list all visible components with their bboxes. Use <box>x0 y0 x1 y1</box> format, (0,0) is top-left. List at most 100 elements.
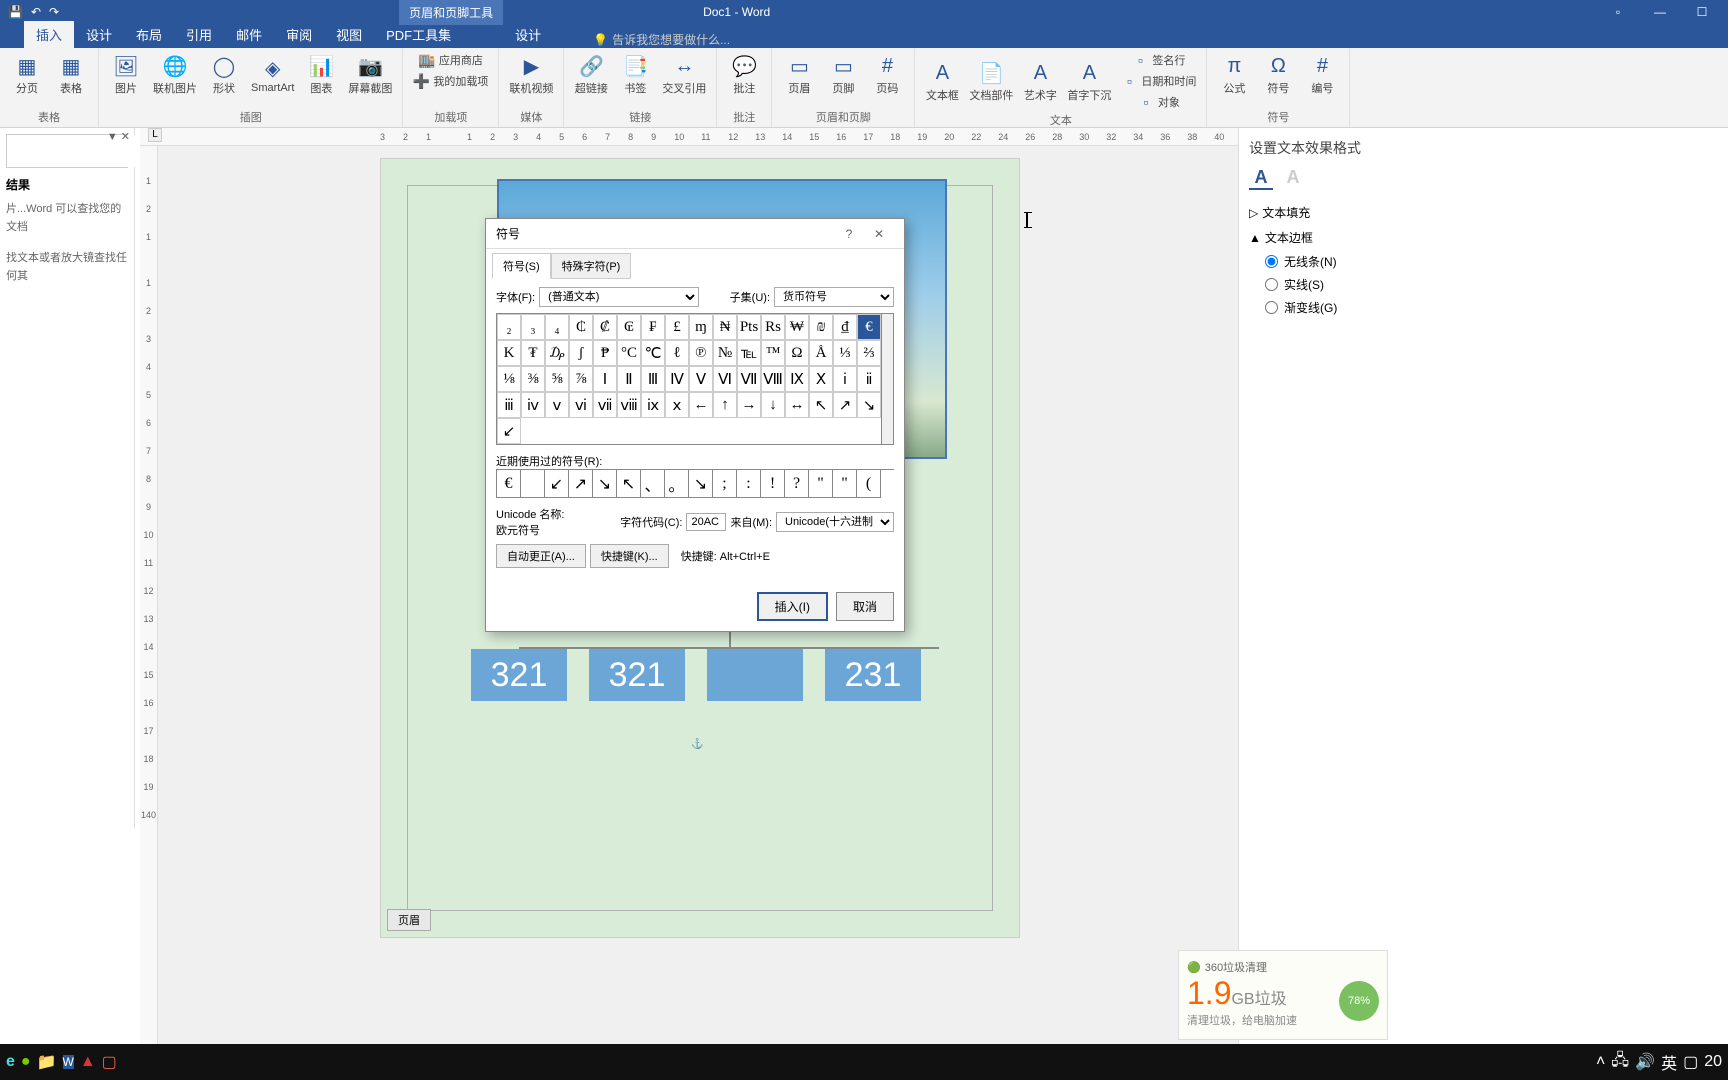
symbol-cell[interactable]: ℃ <box>641 340 665 366</box>
vertical-scrollbar[interactable] <box>1224 146 1238 1044</box>
recent-symbol-cell[interactable]: ; <box>713 470 737 498</box>
tab-layout[interactable]: 布局 <box>124 21 174 48</box>
ribbon-button[interactable]: 🏬应用商店 <box>409 50 492 70</box>
subset-select[interactable]: 货币符号 <box>774 287 894 307</box>
symbol-cell[interactable]: ₡ <box>593 314 617 340</box>
symbol-cell[interactable]: ← <box>689 392 713 418</box>
symbol-cell[interactable]: Rs <box>761 314 785 340</box>
undo-icon[interactable]: ↶ <box>31 5 41 19</box>
symbol-cell[interactable]: ɱ <box>689 314 713 340</box>
symbol-cell[interactable]: Ⅰ <box>593 366 617 392</box>
maximize-icon[interactable]: ☐ <box>1682 5 1722 19</box>
recent-symbol-cell[interactable]: ↘ <box>593 470 617 498</box>
explorer-icon[interactable]: 📁 <box>37 1052 57 1072</box>
symbol-cell[interactable]: Ⅱ <box>617 366 641 392</box>
recent-symbol-cell[interactable]: " <box>833 470 857 498</box>
tray-up-icon[interactable]: ˄ <box>1596 1053 1605 1071</box>
ribbon-button[interactable]: ◈SmartArt <box>247 50 298 98</box>
from-select[interactable]: Unicode(十六进制) <box>776 512 894 532</box>
symbol-cell[interactable]: ⅱ <box>857 366 881 392</box>
cancel-button[interactable]: 取消 <box>836 592 894 621</box>
symbol-cell[interactable]: Ω <box>785 340 809 366</box>
symbol-cell[interactable]: ™ <box>761 340 785 366</box>
wechat-icon[interactable]: ● <box>21 1053 31 1071</box>
symbol-cell[interactable]: ₪ <box>809 314 833 340</box>
section-text-outline[interactable]: ▲文本边框 <box>1249 225 1368 250</box>
ribbon-button[interactable]: 💬批注 <box>723 50 765 98</box>
symbol-cell[interactable]: ₣ <box>641 314 665 340</box>
clock[interactable]: 20 <box>1704 1053 1722 1071</box>
symbol-cell[interactable]: ʃ <box>569 340 593 366</box>
symbol-cell[interactable]: ↑ <box>713 392 737 418</box>
symbol-cell[interactable]: ↖ <box>809 392 833 418</box>
ime-indicator[interactable]: 英 <box>1661 1050 1677 1074</box>
vertical-ruler[interactable]: 12112345678910111213141516171819140 <box>140 146 158 1044</box>
symbol-cell[interactable]: Ⅳ <box>665 366 689 392</box>
ribbon-button[interactable]: ◯形状 <box>203 50 245 98</box>
recent-symbol-cell[interactable]: € <box>497 470 521 498</box>
symbol-cell[interactable]: Ⅲ <box>641 366 665 392</box>
symbol-cell[interactable]: ↓ <box>761 392 785 418</box>
text-fill-tab-icon[interactable]: A <box>1249 166 1273 190</box>
smartart-node[interactable] <box>707 649 803 701</box>
symbol-cell[interactable]: ℓ <box>665 340 689 366</box>
smartart-node[interactable]: 231 <box>825 649 921 701</box>
symbol-cell[interactable]: ₫ <box>833 314 857 340</box>
ie-icon[interactable]: e <box>6 1053 15 1071</box>
recent-symbol-cell[interactable]: ↙ <box>545 470 569 498</box>
symbol-cell[interactable]: °C <box>617 340 641 366</box>
radio-gradient-line[interactable]: 渐变线(G) <box>1249 296 1368 319</box>
smartart-node[interactable]: 321 <box>471 649 567 701</box>
tab-design[interactable]: 设计 <box>74 21 124 48</box>
tab-special-chars[interactable]: 特殊字符(P) <box>551 253 632 279</box>
grid-scrollbar[interactable] <box>882 313 894 445</box>
ribbon-button[interactable]: ➕我的加载项 <box>409 71 492 91</box>
smartart-node[interactable]: 321 <box>589 649 685 701</box>
symbol-cell[interactable]: Å <box>809 340 833 366</box>
tab-insert[interactable]: 插入 <box>24 21 74 48</box>
symbol-cell[interactable]: ₱ <box>593 340 617 366</box>
minimize-icon[interactable]: — <box>1640 5 1680 19</box>
header-tag[interactable]: 页眉 <box>387 909 431 931</box>
save-icon[interactable]: 💾 <box>8 5 23 19</box>
help-icon[interactable]: ? <box>834 227 864 241</box>
ribbon-button[interactable]: 🌐联机图片 <box>149 50 201 98</box>
symbol-cell[interactable]: ₄ <box>545 314 569 340</box>
recent-symbol-cell[interactable]: 。 <box>665 470 689 498</box>
tab-review[interactable]: 审阅 <box>274 21 324 48</box>
symbol-cell[interactable]: ⅳ <box>521 392 545 418</box>
symbol-cell[interactable]: K <box>497 340 521 366</box>
section-text-fill[interactable]: ▷文本填充 <box>1249 200 1368 225</box>
symbol-cell[interactable]: ↗ <box>833 392 857 418</box>
symbol-cell[interactable]: ⅝ <box>545 366 569 392</box>
ribbon-button[interactable]: #页码 <box>866 50 908 98</box>
tab-mailings[interactable]: 邮件 <box>224 21 274 48</box>
symbol-cell[interactable]: ₃ <box>521 314 545 340</box>
close-icon[interactable]: ▼ ✕ <box>107 130 130 143</box>
ribbon-button[interactable]: A文本框 <box>921 50 963 112</box>
symbol-cell[interactable]: ⅸ <box>641 392 665 418</box>
ribbon-button[interactable]: ▫对象 <box>1117 92 1200 112</box>
shortcut-button[interactable]: 快捷键(K)... <box>590 544 669 568</box>
app-icon[interactable]: ▲ <box>80 1053 96 1071</box>
tab-symbols[interactable]: 符号(S) <box>492 253 551 279</box>
symbol-cell[interactable]: ⅔ <box>857 340 881 366</box>
redo-icon[interactable]: ↷ <box>49 5 59 19</box>
char-code-input[interactable] <box>686 513 726 531</box>
ribbon-button[interactable]: ▭页脚 <box>822 50 864 98</box>
symbol-cell[interactable]: Ⅸ <box>785 366 809 392</box>
network-icon[interactable]: 🖧 <box>1611 1049 1629 1076</box>
symbol-cell[interactable]: ↔ <box>785 392 809 418</box>
symbol-cell[interactable]: £ <box>665 314 689 340</box>
ribbon-options-icon[interactable]: ▫ <box>1598 5 1638 19</box>
symbol-cell[interactable]: ₢ <box>617 314 641 340</box>
symbol-cell[interactable]: ₦ <box>713 314 737 340</box>
symbol-cell[interactable]: ⅶ <box>593 392 617 418</box>
symbol-cell[interactable]: ℡ <box>737 340 761 366</box>
ribbon-button[interactable]: A首字下沉 <box>1063 50 1115 112</box>
symbol-cell[interactable]: → <box>737 392 761 418</box>
symbol-cell[interactable]: № <box>713 340 737 366</box>
recent-symbol-cell[interactable]: ! <box>761 470 785 498</box>
tab-view[interactable]: 视图 <box>324 21 374 48</box>
recent-symbol-cell[interactable]: ? <box>785 470 809 498</box>
